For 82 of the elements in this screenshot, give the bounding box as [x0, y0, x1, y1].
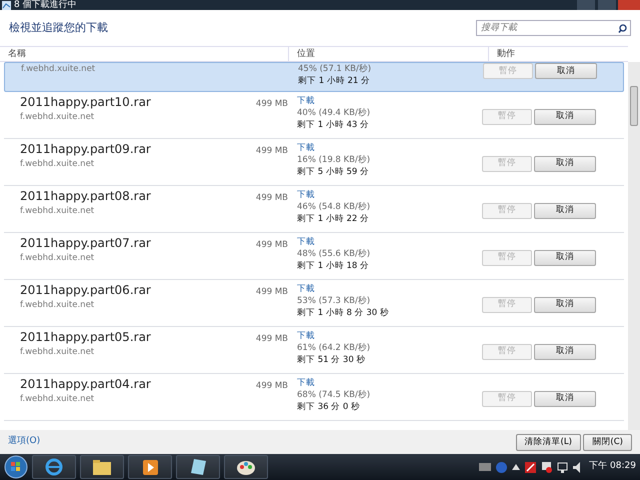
progress-text: 40% (49.4 KB/秒)	[297, 108, 370, 118]
host-name: f.webhd.xuite.net	[20, 346, 96, 358]
remaining-time: 剩下 51 分 30 秒	[297, 355, 366, 365]
notepad-taskbar-button[interactable]	[176, 455, 220, 479]
file-name: 2011happy.part09.rar	[20, 142, 151, 157]
remaining-time: 剩下 1 小時 43 分	[297, 120, 370, 130]
palette-icon	[237, 459, 255, 475]
column-header[interactable]: 動作	[497, 49, 515, 59]
file-size: 499 MB	[256, 286, 288, 299]
file-name: 2011happy.part08.rar	[20, 189, 151, 204]
folder-taskbar-button[interactable]	[80, 455, 124, 479]
progress-text: 61% (64.2 KB/秒)	[297, 343, 370, 353]
search-field[interactable]: 搜尋下載	[476, 20, 631, 36]
help-icon[interactable]	[496, 462, 508, 472]
clear-list-button[interactable]: 清除清單(L)	[516, 434, 581, 450]
status-link[interactable]: 下載	[297, 190, 315, 200]
file-size: 499 MB	[256, 333, 288, 346]
folder-icon	[93, 460, 111, 474]
column-header[interactable]: 位置	[297, 49, 315, 59]
progress-text: 53% (57.3 KB/秒)	[297, 296, 370, 306]
cancel-button[interactable]: 取消	[534, 296, 596, 312]
scrollbar[interactable]	[628, 62, 640, 430]
status-link[interactable]: 下載	[297, 143, 315, 153]
cancel-button[interactable]: 取消	[534, 202, 596, 218]
play-icon	[142, 460, 158, 474]
cancel-button[interactable]: 取消	[534, 108, 596, 124]
start-button[interactable]	[4, 455, 28, 479]
cancel-button[interactable]: 取消	[534, 344, 596, 360]
remaining-time: 剩下 1 小時 8 分 30 秒	[297, 308, 389, 318]
progress-text: 46% (54.8 KB/秒)	[297, 202, 370, 212]
cancel-button[interactable]: 取消	[535, 63, 597, 79]
file-size: 499 MB	[256, 192, 288, 205]
host-name: f.webhd.xuite.net	[20, 158, 96, 170]
cancel-button[interactable]: 取消	[534, 250, 596, 266]
status-link[interactable]: 下載	[297, 284, 315, 294]
file-name: 2011happy.part07.rar	[20, 236, 151, 251]
progress-text: 68% (74.5 KB/秒)	[297, 390, 370, 400]
file-name: 2011happy.part05.rar	[20, 330, 151, 345]
remaining-time: 剩下 1 小時 18 分	[297, 261, 370, 271]
remaining-time: 剩下 36 分 0 秒	[297, 402, 360, 412]
file-size: 499 MB	[256, 145, 288, 158]
progress-text: 16% (19.8 KB/秒)	[297, 155, 370, 165]
status-link[interactable]: 下載	[297, 237, 315, 247]
clock[interactable]: 下午 08:29	[589, 460, 636, 474]
media-taskbar-button[interactable]	[128, 455, 172, 479]
host-name: f.webhd.xuite.net	[20, 252, 96, 264]
remaining-time: 剩下 1 小時 22 分	[297, 214, 370, 224]
host-name: f.webhd.xuite.net	[20, 205, 96, 217]
network-icon[interactable]	[557, 462, 568, 472]
options-link[interactable]: 選項(O)	[8, 435, 40, 449]
up-arrow-icon[interactable]	[512, 464, 520, 470]
cancel-button[interactable]: 取消	[534, 390, 596, 406]
file-size: 499 MB	[256, 239, 288, 252]
remaining-time: 剩下 5 小時 59 分	[297, 167, 370, 177]
close-button[interactable]: 關閉(C)	[583, 434, 632, 450]
search-icon	[618, 24, 627, 33]
cancel-button[interactable]: 取消	[534, 156, 596, 172]
file-name: 2011happy.part06.rar	[20, 283, 151, 298]
app-icon	[2, 0, 11, 10]
page-heading: 檢視並追蹤您的下載	[9, 20, 108, 36]
progress-text: 45% (57.1 KB/秒)	[298, 64, 372, 74]
host-name: f.webhd.xuite.net	[20, 299, 96, 311]
flag-icon[interactable]	[541, 462, 552, 472]
remaining-time: 剩下 1 小時 21 分	[298, 76, 370, 86]
keyboard-icon[interactable]	[479, 463, 492, 471]
paint-taskbar-button[interactable]	[224, 455, 268, 479]
file-size: 499 MB	[256, 98, 288, 111]
file-name: 2011happy.part10.rar	[20, 95, 151, 110]
status-link[interactable]: 下載	[297, 331, 315, 341]
browser-taskbar-button[interactable]	[32, 455, 76, 479]
host-name: f.webhd.xuite.net	[20, 111, 96, 123]
file-size: 499 MB	[256, 380, 288, 393]
notepad-icon	[190, 459, 206, 475]
file-name: 2011happy.part04.rar	[20, 377, 151, 392]
progress-text: 48% (55.6 KB/秒)	[297, 249, 370, 259]
column-header[interactable]: 名稱	[8, 49, 26, 59]
host-name: f.webhd.xuite.net	[20, 393, 96, 405]
antivirus-icon[interactable]	[525, 462, 536, 472]
scrollbar-thumb[interactable]	[630, 86, 638, 126]
status-link[interactable]: 下載	[297, 378, 315, 388]
status-link[interactable]: 下載	[297, 96, 315, 106]
host-name: f.webhd.xuite.net	[21, 63, 96, 75]
